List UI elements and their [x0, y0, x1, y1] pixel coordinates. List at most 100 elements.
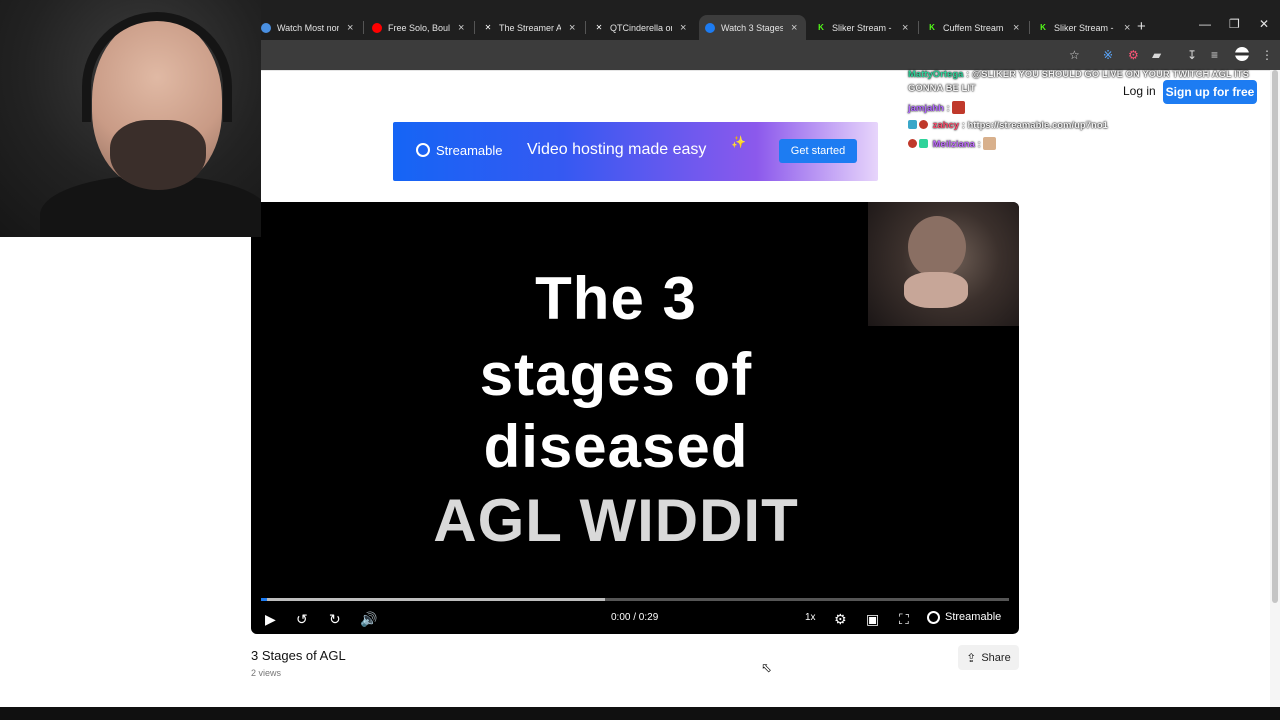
tab-close-icon[interactable]: ×: [569, 22, 575, 34]
signup-button[interactable]: Sign up for free: [1163, 80, 1257, 104]
fullscreen-icon[interactable]: ⛶: [899, 611, 909, 627]
settings-gear-icon[interactable]: ⚙: [834, 611, 847, 627]
browser-tab[interactable]: Watch Most norm ×: [255, 15, 362, 40]
headset-icon: [82, 12, 232, 122]
download-icon[interactable]: ↧: [1187, 47, 1197, 63]
media-control-icon[interactable]: ≡: [1211, 47, 1218, 63]
banner-brand: Streamable: [436, 143, 503, 158]
tab-title: Watch 3 Stages o: [721, 22, 783, 33]
browser-tab[interactable]: Free Solo, Boulde ×: [366, 15, 473, 40]
tab-separator: [585, 21, 586, 34]
extensions-puzzle-icon[interactable]: ▰: [1152, 47, 1161, 63]
overlay-text-line: AGL WIDDIT: [433, 487, 799, 554]
tab-title: Sliker Stream - W: [832, 22, 894, 33]
close-window-icon[interactable]: ✕: [1259, 17, 1269, 31]
chat-message: zahcy : https://streamable.com/up7no1: [908, 119, 1108, 133]
time-display: 0:00 / 0:29: [611, 612, 659, 623]
globe-icon: [261, 22, 271, 33]
extension-audio-icon[interactable]: ※: [1103, 47, 1113, 63]
tab-close-icon[interactable]: ×: [458, 22, 464, 34]
banner-tagline: Video hosting made easy: [527, 141, 707, 158]
new-tab-button[interactable]: +: [1137, 18, 1146, 35]
x-icon: ✕: [595, 23, 603, 32]
tab-title: Free Solo, Boulde: [388, 22, 450, 33]
kick-icon: K: [929, 23, 935, 32]
kick-icon: K: [818, 23, 824, 32]
chat-message-continued: GONNA BE LIT: [908, 83, 976, 94]
play-icon[interactable]: ▶: [265, 611, 276, 627]
tab-title: QTCinderella on: [610, 22, 672, 33]
tab-title: The Streamer Aw: [499, 22, 561, 33]
person-head: [908, 216, 966, 278]
player-brand-link[interactable]: Streamable: [945, 611, 1001, 623]
tab-close-icon[interactable]: ×: [680, 22, 686, 34]
view-count: 2 views: [251, 668, 282, 678]
progress-played: [261, 598, 267, 601]
tab-separator: [474, 21, 475, 34]
chat-text: : https://streamable.com/up7no1: [961, 120, 1108, 131]
scrollbar-thumb[interactable]: [1272, 70, 1278, 603]
chat-badge-icon: [919, 139, 928, 148]
overlay-text-line: stages of: [479, 341, 753, 408]
chat-username: Meilziana: [932, 139, 975, 150]
login-link[interactable]: Log in: [1123, 84, 1156, 98]
tab-title: Cuffem Stream -: [943, 22, 1005, 33]
video-webcam-inset: [868, 202, 1019, 326]
profile-avatar-icon[interactable]: [1235, 47, 1249, 61]
browser-tab[interactable]: K Sliker Stream - W ×: [810, 15, 917, 40]
chat-text: :: [946, 103, 950, 114]
chat-text: : @SLIKER YOU SHOULD GO LIVE ON YOUR TWI…: [966, 69, 1249, 80]
sparkle-icon: ✨: [731, 135, 746, 149]
youtube-icon: [372, 22, 382, 33]
chat-username: zahcy: [932, 120, 960, 131]
share-icon: ⇪: [966, 650, 977, 665]
x-icon: ✕: [484, 23, 492, 32]
streamer-webcam-overlay: [0, 0, 261, 237]
browser-tab[interactable]: ✕ The Streamer Aw ×: [477, 15, 584, 40]
tab-close-icon[interactable]: ×: [1124, 22, 1130, 34]
extension-red-icon[interactable]: ⚙: [1128, 47, 1139, 63]
restore-icon[interactable]: ❐: [1229, 17, 1240, 31]
browser-tab[interactable]: K Sliker Stream - W ×: [1032, 15, 1139, 40]
browser-tab[interactable]: K Cuffem Stream - ×: [921, 15, 1028, 40]
chat-message: Meilziana :: [908, 137, 997, 152]
tab-close-icon[interactable]: ×: [1013, 22, 1019, 34]
chat-text: :: [977, 139, 981, 150]
progress-bar[interactable]: [261, 598, 1009, 601]
browser-tab[interactable]: Watch 3 Stages o ×: [699, 15, 806, 40]
tab-separator: [918, 21, 919, 34]
streamable-logo-icon: [416, 143, 430, 157]
tab-title: Watch Most norm: [277, 22, 339, 33]
promo-banner[interactable]: Streamable Video hosting made easy ✨ Get…: [393, 122, 878, 181]
minimize-icon[interactable]: —: [1199, 17, 1211, 31]
playback-speed-button[interactable]: 1x: [805, 612, 816, 623]
forward-icon[interactable]: ↻: [329, 611, 341, 627]
kick-icon: K: [1040, 23, 1046, 32]
streamable-logo-icon[interactable]: [927, 611, 940, 624]
get-started-button[interactable]: Get started: [779, 139, 857, 163]
chat-badge-icon: [919, 120, 928, 129]
picture-in-picture-icon[interactable]: ▣: [866, 611, 879, 627]
bottom-edge-strip: [0, 707, 1280, 720]
overlay-text-line: diseased: [483, 413, 749, 480]
share-button[interactable]: ⇪ Share: [958, 645, 1019, 670]
browser-tab[interactable]: ✕ QTCinderella on ×: [588, 15, 695, 40]
person-hands: [904, 272, 968, 308]
tab-separator: [1029, 21, 1030, 34]
tab-title: Sliker Stream - W: [1054, 22, 1116, 33]
tab-close-icon[interactable]: ×: [347, 22, 353, 34]
video-player[interactable]: The 3 stages of diseased AGL WIDDIT ▶ ↺ …: [251, 202, 1019, 634]
chat-badge-icon: [908, 120, 917, 129]
tab-close-icon[interactable]: ×: [791, 22, 797, 34]
volume-icon[interactable]: 🔊: [360, 611, 377, 627]
tab-separator: [363, 21, 364, 34]
menu-kebab-icon[interactable]: ⋮: [1261, 47, 1273, 63]
mouse-cursor-icon: ⬁: [761, 660, 772, 675]
bookmark-star-icon[interactable]: ☆: [1069, 47, 1080, 63]
person-beard: [110, 120, 206, 190]
streamable-icon: [705, 22, 715, 33]
tab-close-icon[interactable]: ×: [902, 22, 908, 34]
chat-emote-icon: [952, 101, 966, 114]
rewind-icon[interactable]: ↺: [296, 611, 308, 627]
chat-emote-icon: [983, 137, 997, 150]
